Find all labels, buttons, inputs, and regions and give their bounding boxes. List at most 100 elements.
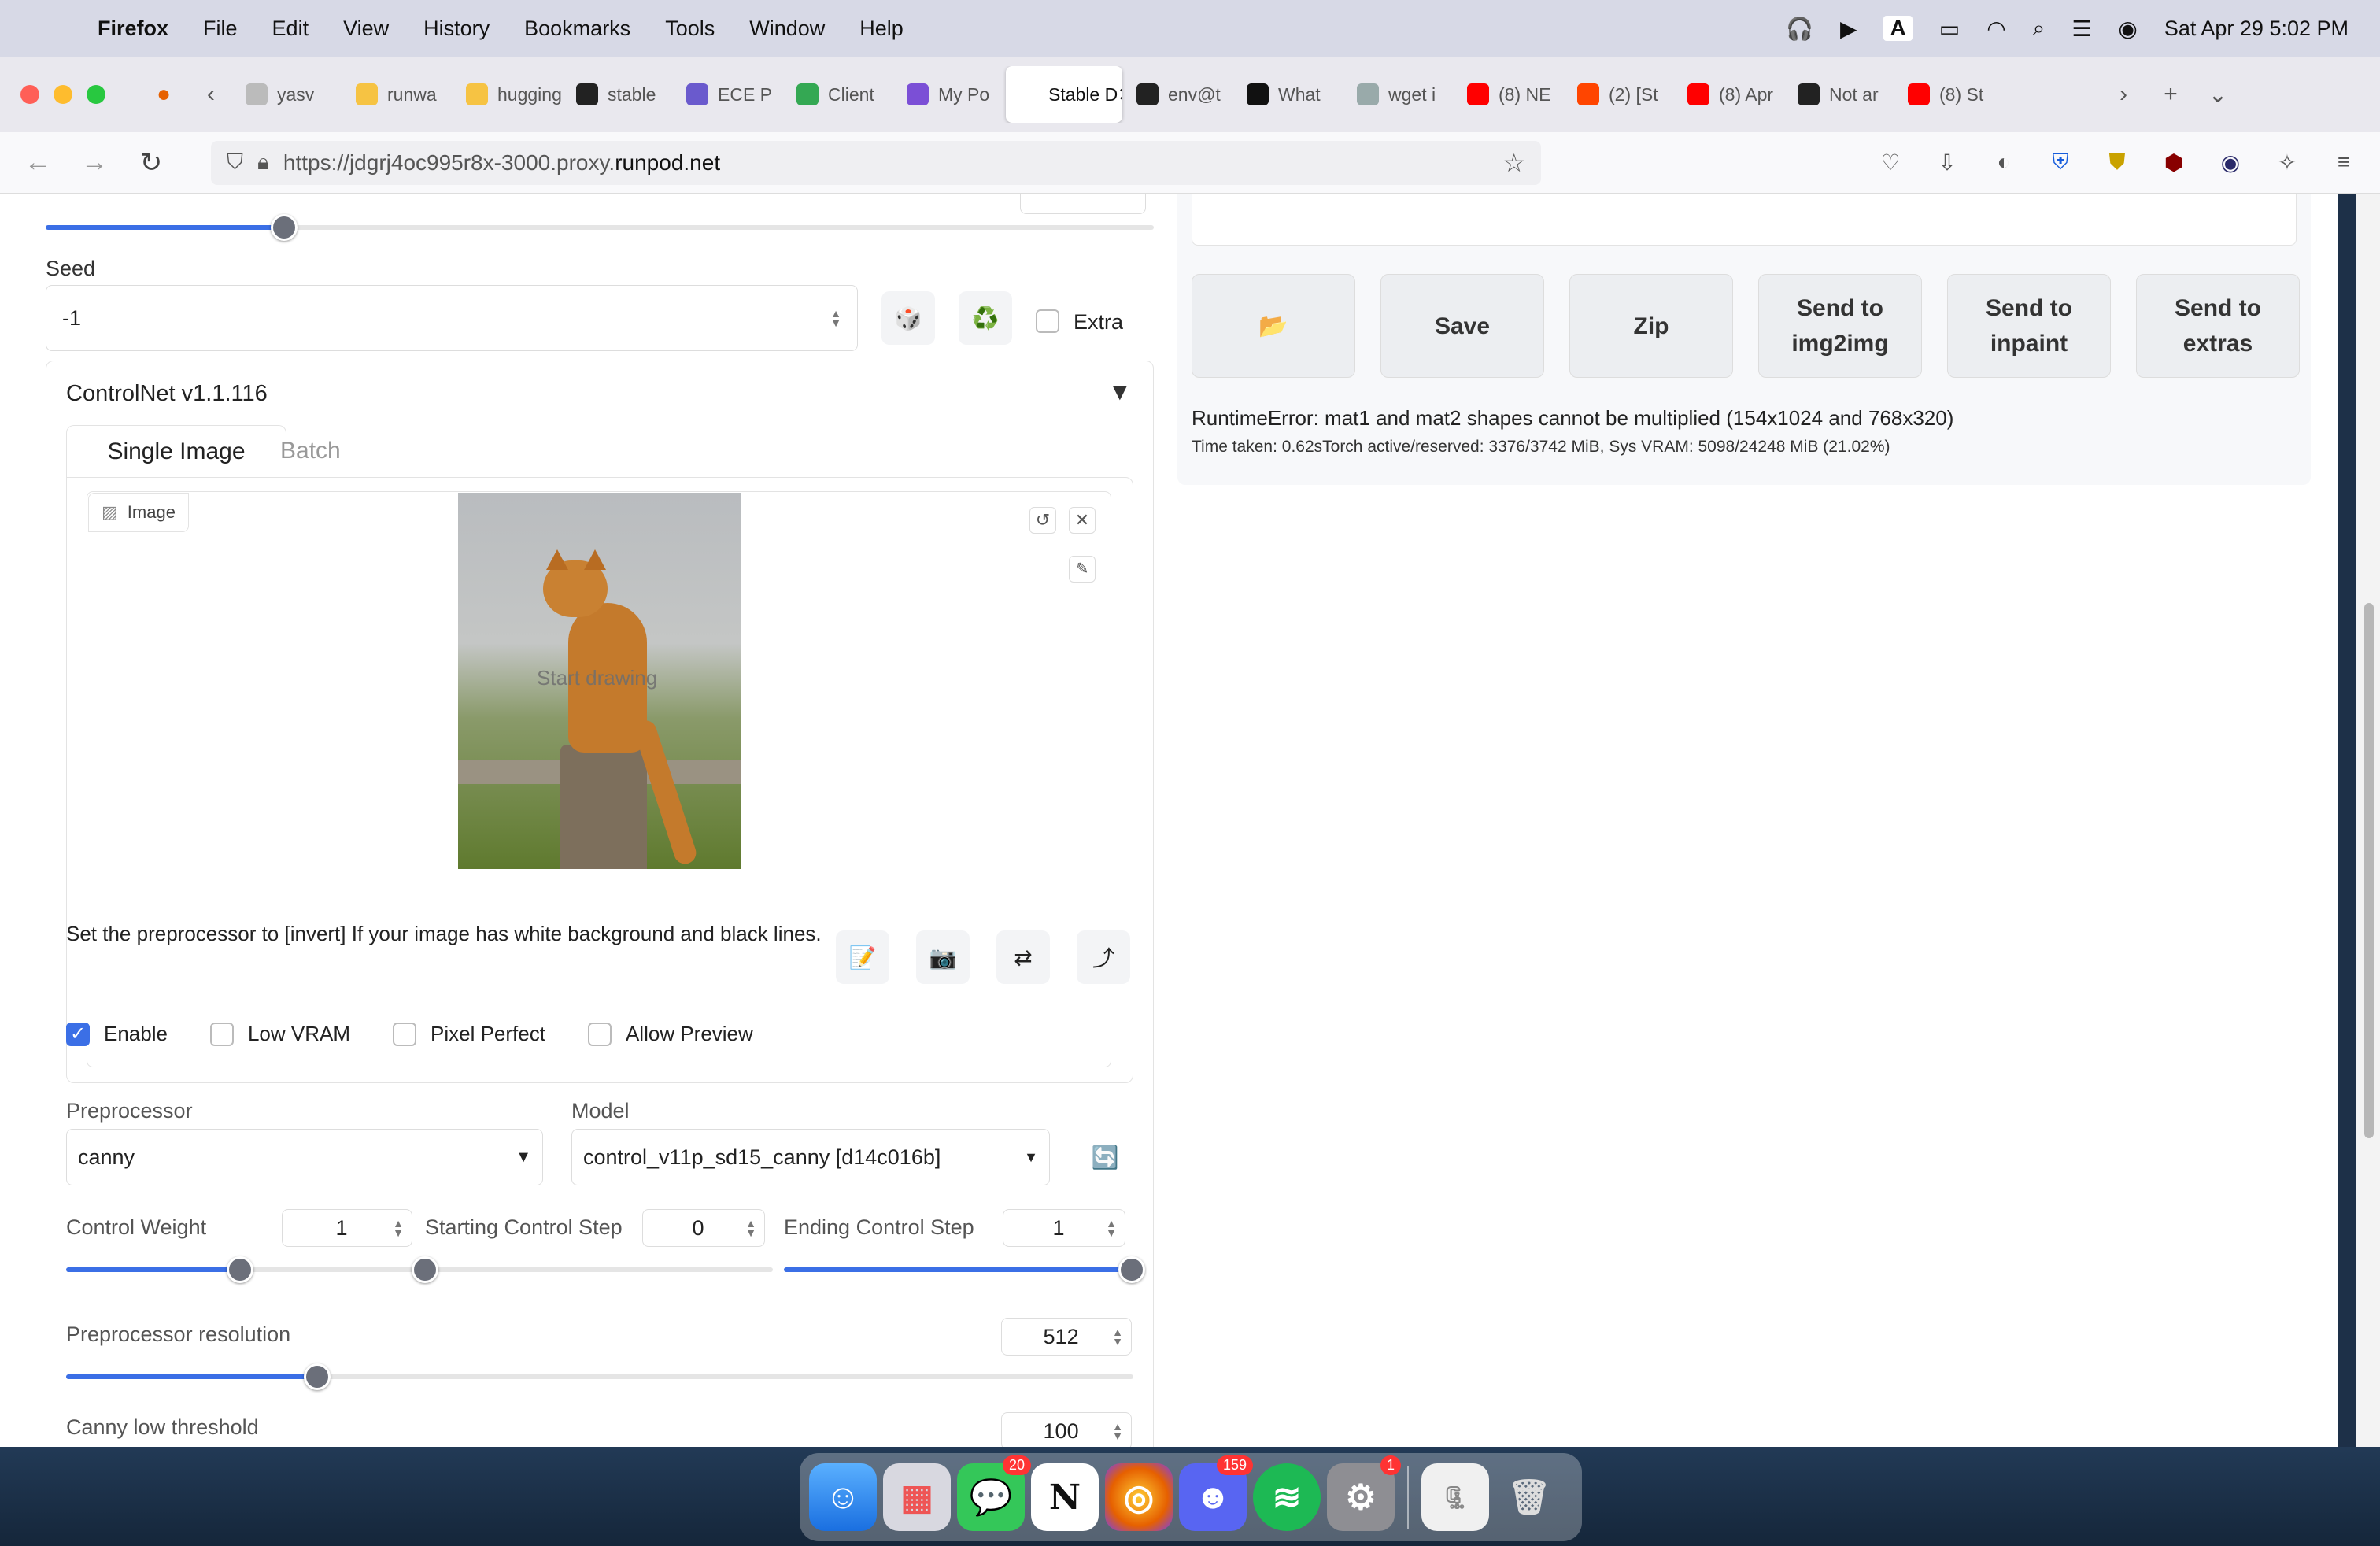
extra-checkbox[interactable] [1036,309,1059,333]
menu-edit[interactable]: Edit [272,17,309,41]
trash-icon[interactable]: 🗑 [1495,1463,1563,1531]
spotify-icon[interactable]: ≋ [1253,1463,1321,1531]
firefox-dock-icon[interactable]: ◎ [1105,1463,1173,1531]
control-weight-slider-knob[interactable] [227,1256,253,1283]
menu-bookmarks[interactable]: Bookmarks [524,17,630,41]
open-folder-button[interactable]: 📂 [1192,274,1355,378]
close-window-button[interactable] [20,85,39,104]
tab-item[interactable]: (2) [St [1566,66,1673,123]
enable-checkbox[interactable]: ✓ [66,1022,90,1046]
control-weight-slider[interactable] [66,1256,414,1283]
launchpad-icon[interactable]: ▦ [883,1463,951,1531]
menu-history[interactable]: History [423,17,490,41]
controlnet-title[interactable]: ControlNet v1.1.116 [66,381,268,407]
preprocessor-resolution-input[interactable]: 512 ▲ ▼ [1001,1318,1132,1356]
zip-button[interactable]: Zip [1569,274,1733,378]
model-select[interactable]: control_v11p_sd15_canny [d14c016b] ▼ [571,1129,1050,1185]
tab-item[interactable]: (8) St [1897,66,2004,123]
page-scrollbar[interactable] [2356,194,2380,1447]
control-center-icon[interactable]: ☰ [2071,16,2091,42]
wifi-icon[interactable]: ◠ [1986,16,2005,42]
app-menu-firefox[interactable]: Firefox [98,17,168,41]
menu-file[interactable]: File [203,17,238,41]
tab-item[interactable]: (8) NE [1456,66,1563,123]
scrollbar-thumb[interactable] [2364,603,2374,1138]
pixel-perfect-checkbox[interactable] [393,1022,417,1046]
close-tab-icon[interactable]: ✕ [1118,84,1122,105]
control-weight-input[interactable]: 1 ▲ ▼ [282,1209,412,1247]
menubar-clock[interactable]: Sat Apr 29 5:02 PM [2164,17,2349,41]
tab-item[interactable]: runwa [345,66,452,123]
app-menu-icon[interactable]: ≡ [2323,150,2364,176]
new-tab-icon[interactable]: + [2147,81,2194,108]
send-to-img2img-button[interactable]: Send to img2img [1758,274,1922,378]
control-weight-stepper[interactable]: ▲ ▼ [393,1218,404,1238]
starting-step-stepper[interactable]: ▲ ▼ [745,1218,756,1238]
send-dimensions-icon[interactable]: ⤴ [1077,930,1130,984]
notion-icon[interactable]: N [1031,1463,1099,1531]
bitwarden-icon[interactable]: ⛨ [2040,150,2081,176]
siri-icon[interactable]: ◉ [2118,16,2137,42]
reload-icon[interactable]: ↻ [123,147,179,179]
preprocessor-resolution-slider[interactable] [66,1363,1133,1390]
zoom-window-button[interactable] [87,85,105,104]
extension-shield-icon[interactable]: ⛊ [2097,150,2138,176]
tab-item[interactable]: wget i [1346,66,1453,123]
shield-icon[interactable]: ⛉ [227,150,243,176]
allow-preview-checkbox[interactable] [587,1022,612,1046]
input-source-icon[interactable]: A [1883,16,1913,41]
url-bar[interactable]: ⛉ 🔒︎ https://jdgrj4oc995r8x-3000.proxy. r… [211,140,1541,185]
tab-item[interactable]: Client [785,66,893,123]
clear-close-icon[interactable]: ✕ [1069,507,1096,534]
privacy-eye-icon[interactable]: ◉ [2210,150,2251,176]
top-slider[interactable] [46,214,1154,241]
swap-dimensions-icon[interactable]: ⇄ [996,930,1050,984]
menu-view[interactable]: View [343,17,389,41]
forward-icon[interactable]: → [66,147,123,178]
new-canvas-icon[interactable]: 📝 [836,930,889,984]
tab-item[interactable]: ECE P [675,66,782,123]
ending-step-input[interactable]: 1 ▲ ▼ [1003,1209,1125,1247]
extensions-icon[interactable]: ✧ [2267,150,2308,176]
list-all-tabs-icon[interactable]: ⌄ [2194,81,2241,109]
menu-tools[interactable]: Tools [665,17,715,41]
finder-icon[interactable]: ☺ [809,1463,877,1531]
ending-step-slider[interactable] [784,1256,1145,1283]
zip-file-icon[interactable]: 🗜 [1421,1463,1489,1531]
send-to-inpaint-button[interactable]: Send to inpaint [1947,274,2111,378]
pocket-icon[interactable]: ♡ [1870,150,1911,176]
tab-item[interactable]: What [1236,66,1343,123]
preprocessor-resolution-stepper[interactable]: ▲ ▼ [1112,1326,1123,1347]
preprocessor-resolution-slider-knob[interactable] [303,1363,331,1390]
save-button[interactable]: Save [1380,274,1544,378]
tab-item[interactable]: huggingfa [455,66,562,123]
minimize-window-button[interactable] [54,85,72,104]
bookmark-star-icon[interactable]: ☆ [1502,148,1525,178]
canny-low-threshold-stepper[interactable]: ▲ ▼ [1112,1421,1123,1441]
downloads-icon[interactable]: ⇩ [1927,150,1968,176]
tab-item[interactable]: env@t [1125,66,1232,123]
tab-item[interactable]: (8) Apr [1676,66,1783,123]
tab-item[interactable]: Not ar [1787,66,1894,123]
tab-item[interactable]: yasv [235,66,342,123]
system-settings-icon[interactable]: ⚙ 1 [1327,1455,1401,1531]
messages-icon[interactable]: 💬 20 [957,1455,1031,1531]
ending-step-stepper[interactable]: ▲ ▼ [1106,1218,1117,1238]
battery-icon[interactable]: ▭ [1939,16,1960,42]
lock-icon[interactable]: 🔒︎ [257,150,269,176]
starting-step-slider-knob[interactable] [412,1256,438,1283]
firefox-view-icon[interactable]: ● [140,81,187,108]
refresh-models-icon[interactable]: 🔄 [1078,1130,1132,1184]
collapse-triangle-icon[interactable]: ▼ [1108,379,1132,406]
tab-single-image[interactable]: Single Image [66,425,286,477]
seed-input[interactable]: -1 ▲ ▼ [46,285,858,351]
ending-step-slider-knob[interactable] [1118,1256,1145,1283]
profile-avatar-icon[interactable]: ◐ [1983,150,2024,176]
starting-step-input[interactable]: 0 ▲ ▼ [642,1209,765,1247]
random-seed-dice-icon[interactable]: 🎲 [881,291,935,345]
back-icon[interactable]: ← [9,147,66,178]
spotlight-search-icon[interactable]: ⌕ [2033,16,2046,42]
tab-item[interactable]: stable [565,66,672,123]
canny-low-threshold-input[interactable]: 100 ▲ ▼ [1001,1412,1132,1447]
top-slider-knob[interactable] [270,214,298,241]
